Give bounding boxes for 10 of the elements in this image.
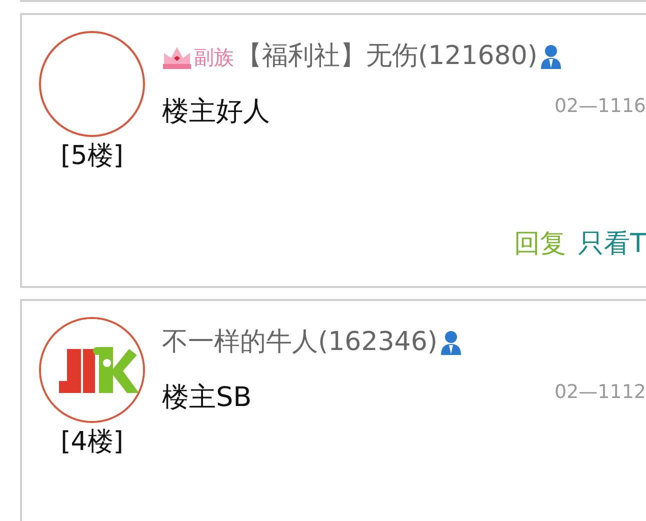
floor-label: [4楼] — [60, 427, 124, 458]
post-content: 楼主好人 — [162, 95, 270, 129]
username[interactable]: 不一样的牛人(162346) — [162, 323, 438, 362]
floor-label: [5楼] — [60, 141, 124, 172]
post-content: 楼主SB — [162, 381, 252, 415]
only-author-link[interactable]: 只看T — [578, 225, 646, 264]
rank-label: 副族 — [194, 44, 234, 70]
username[interactable]: 【福利社】无伤(121680) — [236, 37, 538, 76]
post-date: 02—1112 — [554, 380, 646, 405]
post-date: 02—1116 — [554, 94, 646, 119]
